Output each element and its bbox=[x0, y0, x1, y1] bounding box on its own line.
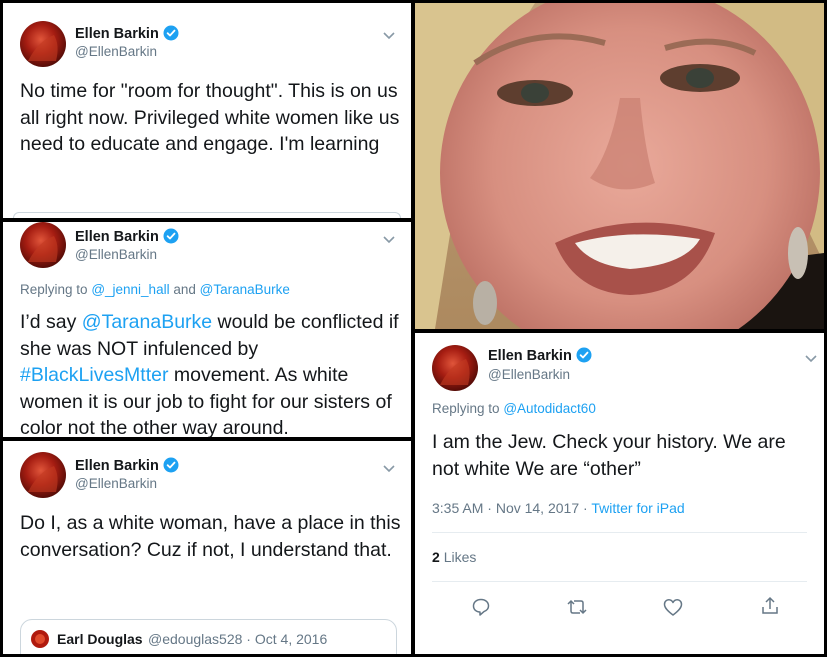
tweet-text: I’d say @TaranaBurke would be conflicted… bbox=[20, 311, 399, 437]
link-card-edge bbox=[13, 212, 401, 218]
tweet-text: No time for "room for thought". This is … bbox=[20, 80, 400, 155]
reply-mention-link[interactable]: @Autodidact60 bbox=[503, 401, 596, 416]
author-name[interactable]: Ellen Barkin bbox=[75, 228, 179, 248]
verified-badge-icon bbox=[163, 457, 179, 477]
tweet-card-3[interactable]: Ellen Barkin @EllenBarkin Do I, as a whi… bbox=[3, 441, 411, 654]
reply-mention-link[interactable]: @TaranaBurke bbox=[200, 282, 290, 297]
avatar[interactable] bbox=[20, 222, 66, 268]
avatar[interactable] bbox=[432, 345, 478, 391]
avatar[interactable] bbox=[20, 452, 66, 498]
source-link[interactable]: Twitter for iPad bbox=[591, 500, 684, 516]
tweet-text: I am the Jew. Check your history. We are… bbox=[432, 431, 786, 480]
like-icon[interactable] bbox=[663, 598, 683, 622]
verified-badge-icon bbox=[163, 25, 179, 45]
chevron-down-icon[interactable] bbox=[383, 460, 395, 478]
tweet-card-4[interactable]: Ellen Barkin @EllenBarkin Replying to @A… bbox=[415, 333, 824, 654]
likes-count[interactable]: 2 Likes bbox=[432, 549, 476, 565]
replying-to: Replying to @Autodidact60 bbox=[432, 401, 596, 416]
chevron-down-icon[interactable] bbox=[805, 350, 817, 368]
portrait-photo bbox=[415, 3, 824, 329]
verified-badge-icon bbox=[163, 228, 179, 248]
divider bbox=[432, 532, 807, 533]
quote-avatar bbox=[31, 630, 49, 648]
author-handle[interactable]: @EllenBarkin bbox=[75, 247, 157, 262]
chevron-down-icon[interactable] bbox=[383, 231, 395, 249]
author-handle[interactable]: @EllenBarkin bbox=[75, 476, 157, 491]
tweet-card-2[interactable]: Ellen Barkin @EllenBarkin Replying to @_… bbox=[3, 222, 411, 437]
chevron-down-icon[interactable] bbox=[383, 27, 395, 45]
reply-icon[interactable] bbox=[471, 597, 491, 622]
author-name[interactable]: Ellen Barkin bbox=[488, 347, 592, 367]
quote-author-name: Earl Douglas bbox=[57, 631, 143, 647]
reply-mention-link[interactable]: @_jenni_hall bbox=[91, 282, 169, 297]
verified-badge-icon bbox=[576, 347, 592, 367]
divider bbox=[432, 581, 807, 582]
replying-to: Replying to @_jenni_hall and @TaranaBurk… bbox=[20, 282, 290, 297]
author-handle[interactable]: @EllenBarkin bbox=[488, 367, 570, 382]
hashtag-link[interactable]: #BlackLivesMtter bbox=[20, 364, 168, 386]
author-handle[interactable]: @EllenBarkin bbox=[75, 44, 157, 59]
author-name[interactable]: Ellen Barkin bbox=[75, 25, 179, 45]
retweet-icon[interactable] bbox=[566, 597, 588, 622]
tweet-timestamp: 3:35 AM · Nov 14, 2017 · Twitter for iPa… bbox=[432, 500, 685, 516]
tweet-text: Do I, as a white woman, have a place in … bbox=[20, 512, 401, 561]
quoted-tweet[interactable]: Earl Douglas @edouglas528 · Oct 4, 2016 bbox=[20, 619, 397, 654]
author-name[interactable]: Ellen Barkin bbox=[75, 457, 179, 477]
tweet-card-1[interactable]: Ellen Barkin @EllenBarkin No time for "r… bbox=[3, 3, 411, 218]
avatar[interactable] bbox=[20, 21, 66, 67]
mention-link[interactable]: @TaranaBurke bbox=[82, 311, 212, 333]
quote-meta: @edouglas528 · Oct 4, 2016 bbox=[148, 631, 328, 647]
share-icon[interactable] bbox=[760, 596, 780, 621]
